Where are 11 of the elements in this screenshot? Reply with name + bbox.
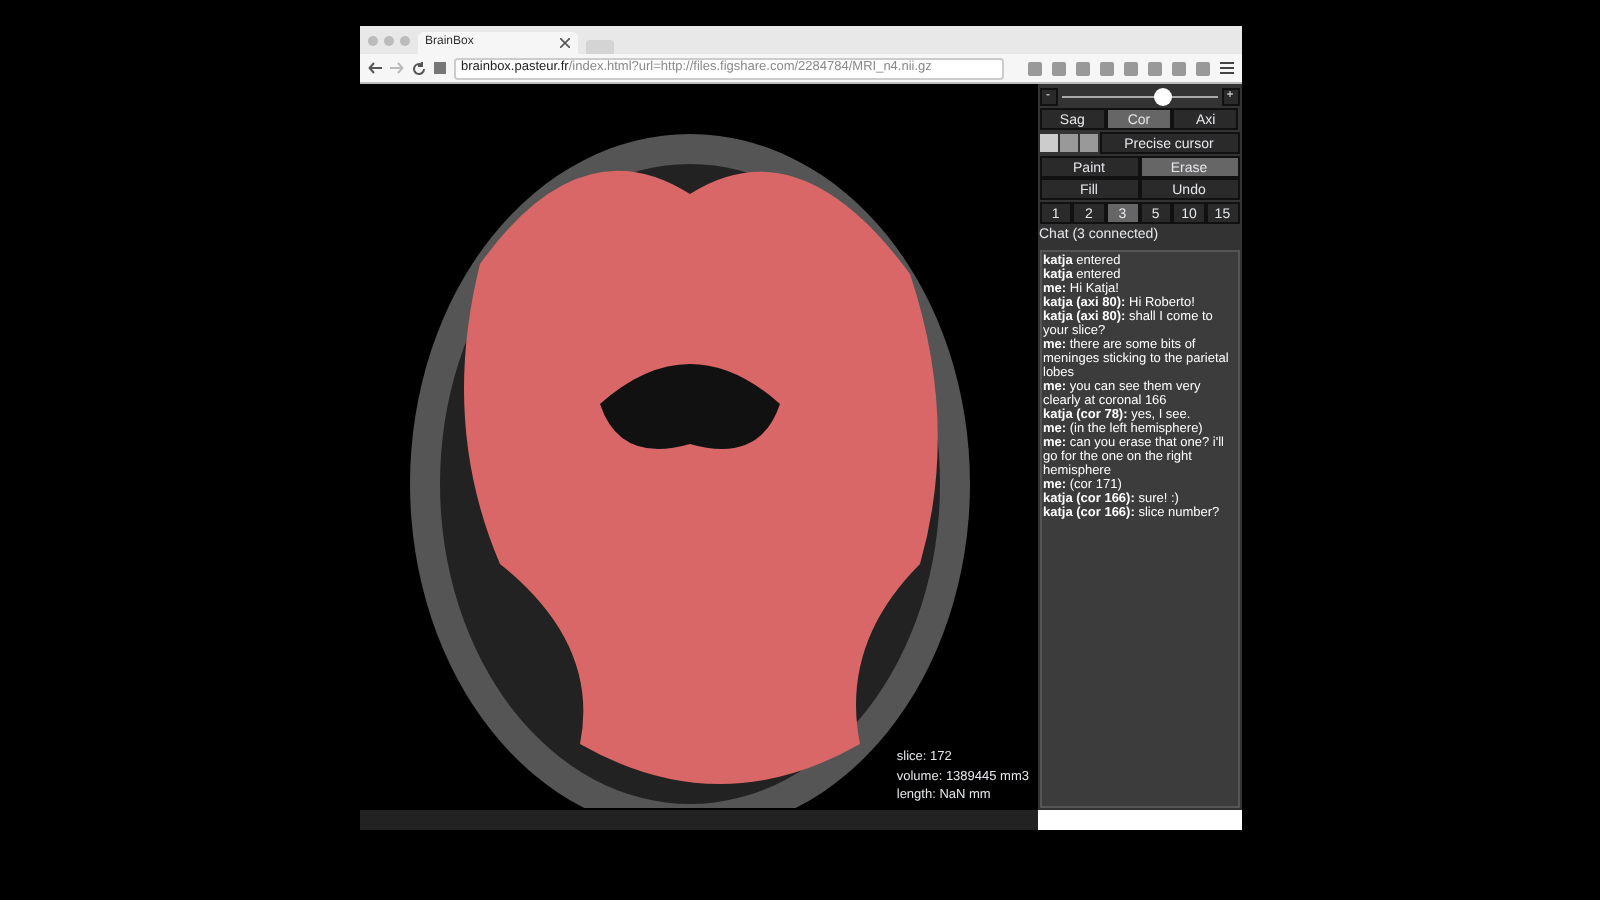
- home-icon[interactable]: [433, 62, 445, 74]
- close-icon[interactable]: [559, 38, 569, 48]
- forward-icon[interactable]: [389, 62, 403, 74]
- menu-icon[interactable]: [1219, 62, 1233, 74]
- reload-icon[interactable]: [411, 61, 425, 75]
- zoom-slider[interactable]: [1061, 88, 1217, 106]
- window-minimize-button[interactable]: [383, 36, 393, 46]
- window-close-button[interactable]: [367, 36, 377, 46]
- slider-thumb[interactable]: [1154, 88, 1173, 106]
- back-icon[interactable]: [367, 62, 381, 74]
- window-zoom-button[interactable]: [399, 36, 409, 46]
